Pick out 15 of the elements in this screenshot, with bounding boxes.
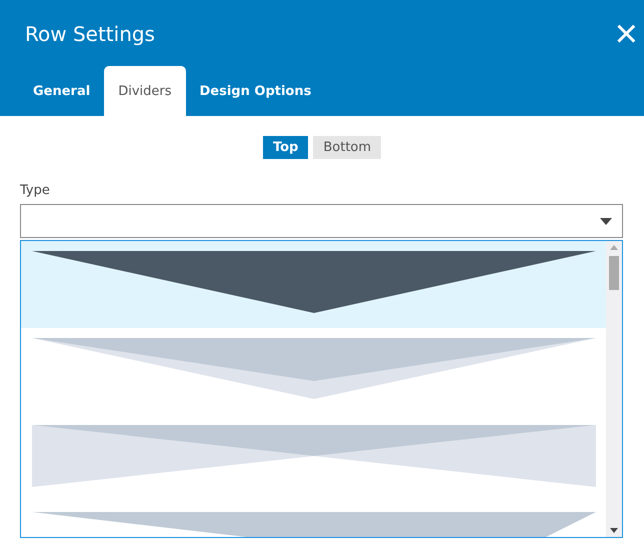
close-button[interactable]: × [614, 16, 644, 52]
scrollbar-thumb[interactable] [609, 256, 619, 290]
tab[interactable]: General [19, 66, 104, 116]
window-title: Row Settings [25, 22, 155, 46]
caret-icon [600, 218, 612, 225]
scroll-up-icon[interactable] [610, 245, 618, 250]
type-dropdown[interactable] [20, 204, 623, 238]
field-label: Type [20, 183, 51, 198]
tab[interactable]: Dividers [104, 66, 186, 116]
toggle-button[interactable]: Top [262, 136, 308, 159]
divider-option[interactable] [21, 241, 606, 328]
tab[interactable]: Design Options [186, 66, 326, 116]
scroll-down-icon[interactable] [610, 528, 618, 533]
scrollbar[interactable] [606, 241, 622, 537]
toggle-button[interactable]: Bottom [313, 136, 382, 159]
